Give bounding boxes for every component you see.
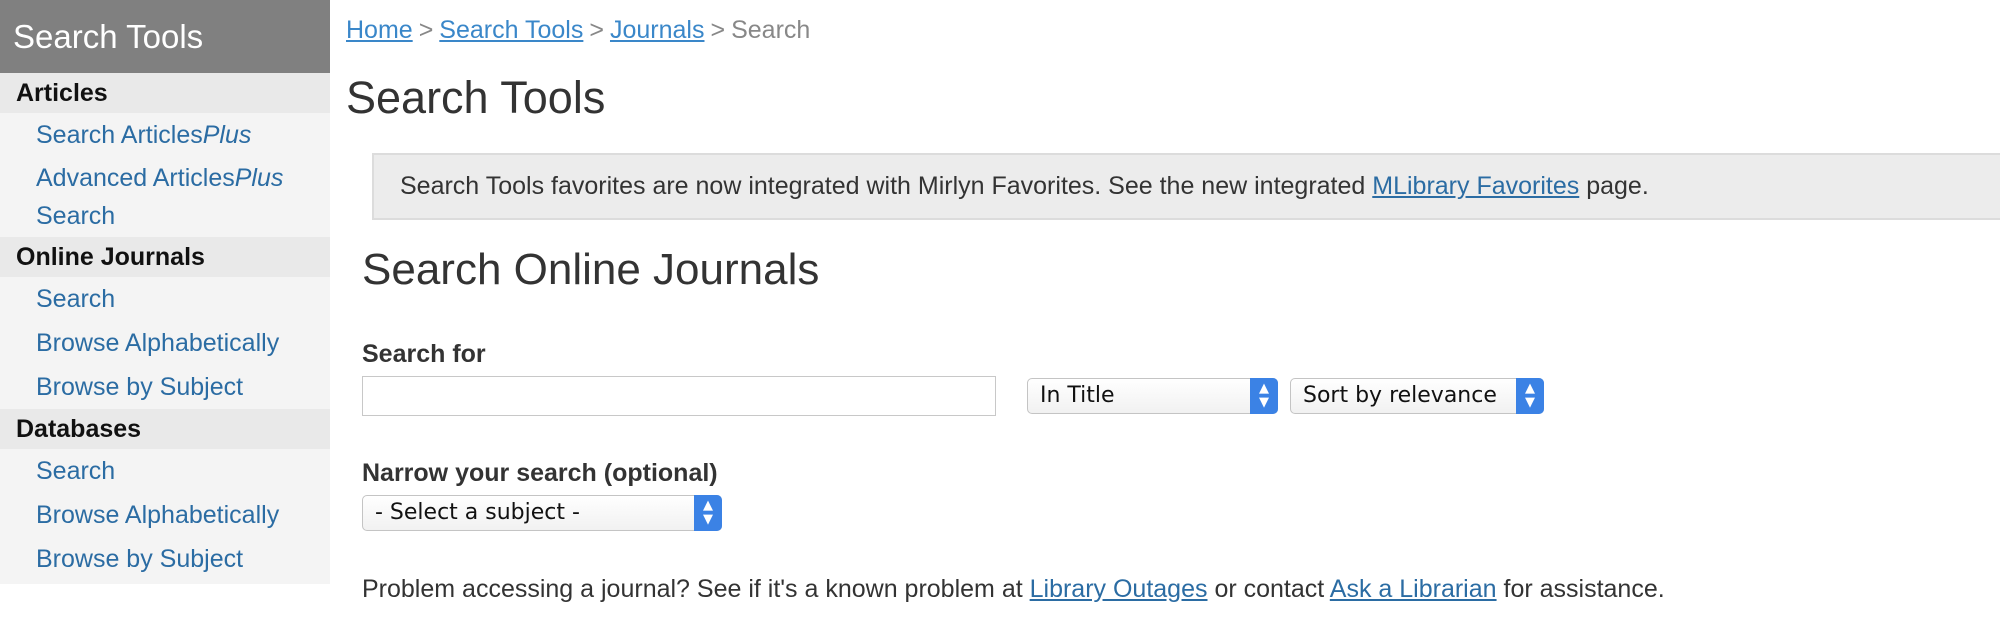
breadcrumb-current: Search	[731, 16, 811, 44]
problem-text-2: or contact	[1207, 575, 1330, 603]
chevron-updown-icon: ▲ ▼	[1516, 378, 1544, 414]
sidebar-item-journals-search[interactable]: Search	[0, 277, 330, 321]
ask-a-librarian-link[interactable]: Ask a Librarian	[1330, 575, 1497, 603]
problem-text-1: Problem accessing a journal? See if it's…	[362, 575, 1030, 603]
sidebar-item-journals-browse-alphabetically[interactable]: Browse Alphabetically	[0, 321, 330, 365]
sidebar-item-databases-search[interactable]: Search	[0, 449, 330, 493]
breadcrumb-journals-link[interactable]: Journals	[610, 16, 705, 44]
subject-select-value: - Select a subject -	[375, 500, 580, 525]
search-field-select-value: In Title	[1040, 383, 1115, 408]
sidebar-title: Search Tools	[0, 0, 330, 73]
chevron-updown-icon: ▲ ▼	[1250, 378, 1278, 414]
section-title: Search Online Journals	[362, 245, 820, 294]
search-field-select[interactable]: In Title ▲ ▼	[1027, 378, 1278, 414]
page: Search Tools Articles Search ArticlesPlu…	[0, 0, 2000, 624]
sidebar-section-databases: Databases	[0, 409, 330, 449]
sidebar-item-label: Advanced Articles	[36, 164, 235, 192]
sidebar-item-databases-browse-alphabetically[interactable]: Browse Alphabetically	[0, 493, 330, 537]
narrow-search-label: Narrow your search (optional)	[362, 459, 718, 487]
sidebar: Search Tools Articles Search ArticlesPlu…	[0, 0, 330, 584]
breadcrumb-separator: >	[710, 16, 726, 44]
sidebar-item-plus: Plus	[234, 164, 284, 192]
sidebar-item-label: Search Articles	[36, 121, 203, 149]
notice-text-end: page.	[1579, 172, 1649, 200]
sidebar-item-plus: Plus	[202, 121, 252, 149]
sidebar-item-databases-browse-by-subject[interactable]: Browse by Subject	[0, 537, 330, 581]
sort-select[interactable]: Sort by relevance ▲ ▼	[1290, 378, 1544, 414]
breadcrumb: Home > Search Tools > Journals > Search	[346, 16, 810, 45]
mlibrary-favorites-link[interactable]: MLibrary Favorites	[1372, 172, 1579, 200]
breadcrumb-separator: >	[589, 16, 604, 44]
notice-text: Search Tools favorites are now integrate…	[400, 172, 1373, 200]
subject-select[interactable]: - Select a subject - ▲ ▼	[362, 495, 722, 531]
sidebar-section-online-journals: Online Journals	[0, 237, 330, 277]
sidebar-item-search-articles-plus[interactable]: Search ArticlesPlus	[0, 113, 330, 157]
chevron-updown-icon: ▲ ▼	[694, 495, 722, 531]
breadcrumb-home-link[interactable]: Home	[346, 16, 413, 44]
sidebar-item-label-line2: Search	[36, 202, 116, 230]
sidebar-section-articles: Articles	[0, 73, 330, 113]
breadcrumb-search-tools-link[interactable]: Search Tools	[439, 16, 583, 44]
search-input[interactable]	[362, 376, 996, 416]
sidebar-item-advanced-articles-plus-search[interactable]: Advanced ArticlesPlus Search	[0, 157, 330, 237]
breadcrumb-separator: >	[418, 16, 434, 44]
favorites-notice: Search Tools favorites are now integrate…	[372, 153, 2000, 220]
page-title: Search Tools	[346, 72, 606, 123]
sidebar-item-journals-browse-by-subject[interactable]: Browse by Subject	[0, 365, 330, 409]
search-for-label: Search for	[362, 340, 486, 368]
sort-select-value: Sort by relevance	[1303, 383, 1497, 408]
library-outages-link[interactable]: Library Outages	[1030, 575, 1208, 603]
problem-text: Problem accessing a journal? See if it's…	[362, 575, 1665, 604]
problem-text-3: for assistance.	[1496, 575, 1665, 603]
